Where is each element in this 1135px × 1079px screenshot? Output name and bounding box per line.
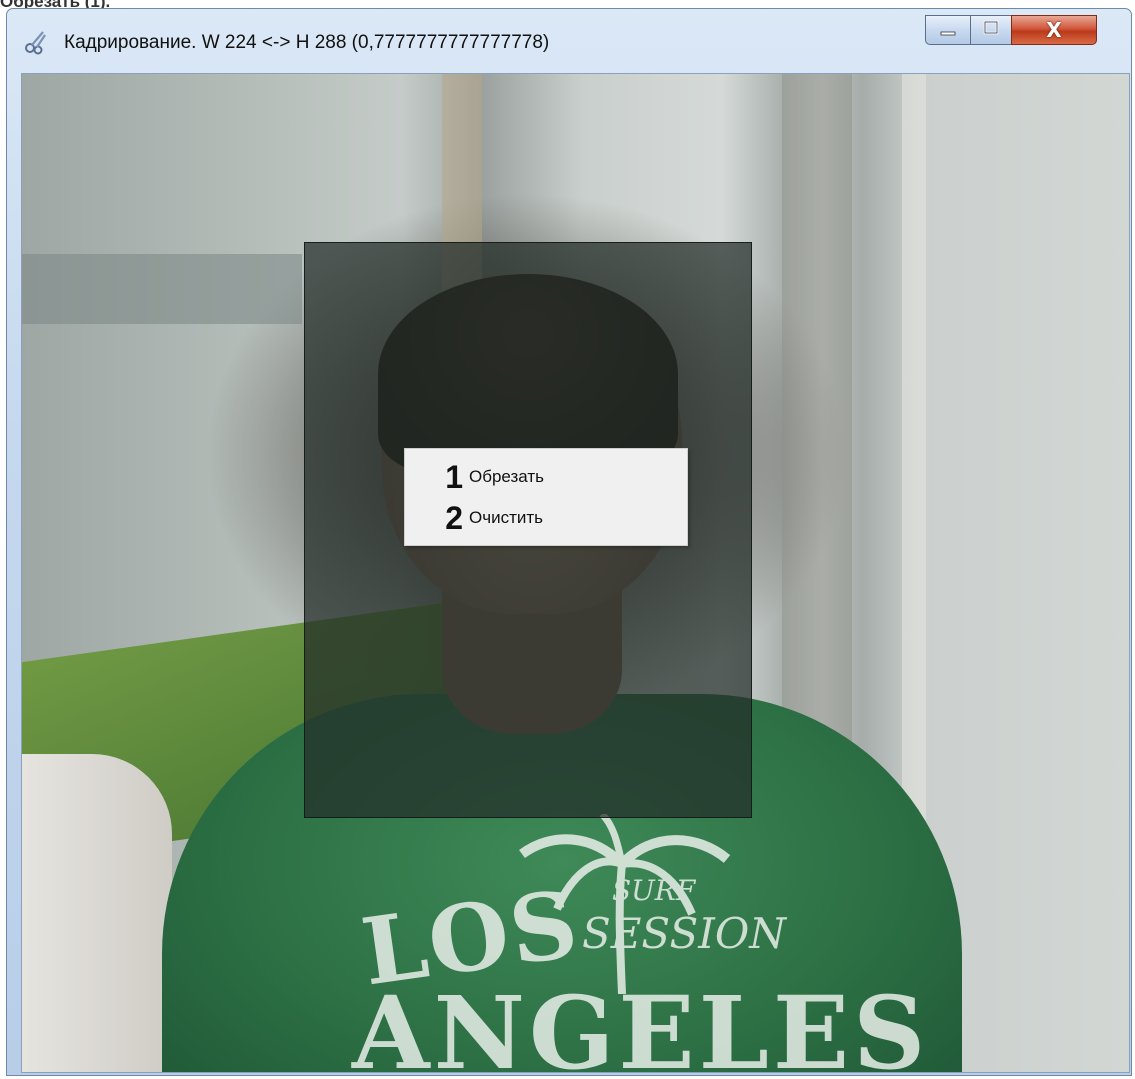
minimize-button[interactable] — [925, 15, 971, 45]
minimize-icon — [939, 21, 957, 40]
maximize-button[interactable] — [970, 15, 1012, 45]
menu-item-crop[interactable]: 1 Обрезать — [405, 457, 687, 497]
context-menu: 1 Обрезать 2 Очистить — [404, 448, 688, 546]
menu-item-label: Обрезать — [469, 467, 545, 486]
shirt-print-surf: SURF — [612, 874, 696, 907]
callout-number: 2 — [445, 500, 463, 536]
scissors-icon — [23, 29, 49, 55]
image-viewport[interactable]: LOS SURF SESSION ANGELES 1 Обрезать 2 Оч… — [21, 73, 1130, 1073]
window-title: Кадрирование. W 224 <-> H 288 (0,7777777… — [64, 32, 550, 53]
shirt-print-session: SESSION — [582, 909, 787, 958]
menu-item-clear[interactable]: 2 Очистить — [405, 498, 687, 538]
menu-item-label: Очистить — [469, 508, 544, 527]
background-shelf — [22, 254, 302, 324]
maximize-icon — [982, 20, 1000, 40]
close-button[interactable]: X — [1011, 15, 1097, 45]
title-bar[interactable]: Кадрирование. W 224 <-> H 288 (0,7777777… — [7, 9, 1131, 73]
callout-number: 1 — [445, 459, 463, 495]
crop-window: Кадрирование. W 224 <-> H 288 (0,7777777… — [6, 8, 1132, 1076]
person-sleeve — [22, 754, 172, 1072]
shirt-print-angeles: ANGELES — [352, 974, 930, 1073]
shirt-print: LOS SURF SESSION ANGELES — [342, 814, 925, 1072]
close-icon: X — [1046, 18, 1062, 42]
